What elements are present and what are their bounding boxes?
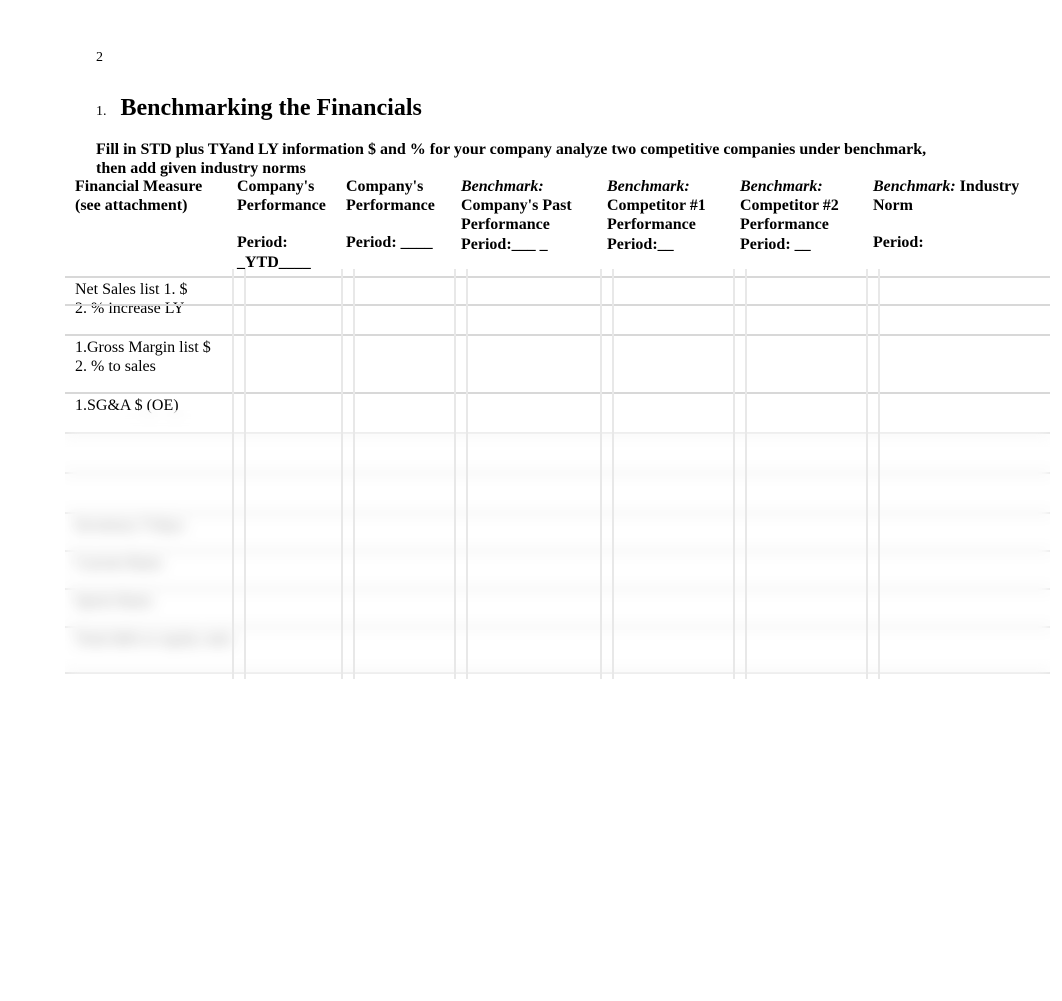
bench2-label: Benchmark: <box>607 178 690 195</box>
table-row <box>65 472 1050 512</box>
col-header-benchmark-comp1: Benchmark: Competitor #1 Performance Per… <box>607 177 740 272</box>
table-row: 1.SG&A $ (OE) <box>65 392 1050 432</box>
row-line1: Current Ratio <box>75 554 1050 573</box>
heading-number: 1. <box>96 104 107 120</box>
col-header-performance-2: Company's Performance Period: ____ <box>346 177 461 272</box>
bench1-period: Period:___ _ <box>461 236 548 253</box>
table-header-row: Financial Measure (see attachment) Compa… <box>65 177 1050 276</box>
bench1-label: Benchmark: <box>461 178 544 195</box>
row-line1: 1.Gross Margin list $ <box>75 338 1050 357</box>
col-header-benchmark-industry: Benchmark: Industry Norm Period: <box>873 177 1045 272</box>
row-line1: 1.SG&A $ (OE) <box>75 396 1050 415</box>
bench3-label: Benchmark: <box>740 178 823 195</box>
heading-text: Benchmarking the Financials <box>121 95 422 122</box>
instructions-line2: then add given industry norms <box>96 160 306 177</box>
table-row: Total debt to equity ratio <box>65 626 1050 674</box>
bench3-period: Period: __ <box>740 236 811 253</box>
row-line1: Inventory T/days <box>75 516 1050 535</box>
table-row: 1.Gross Margin list $ 2. % to sales <box>65 334 1050 392</box>
perf1-period: Period: _YTD____ <box>237 233 346 271</box>
row-line2: 2. % increase LY <box>75 299 1050 318</box>
row-line2: 2. % to sales <box>75 357 1050 376</box>
row-line1: Quick Ratio <box>75 592 1050 611</box>
bench4-label: Benchmark: <box>873 178 956 195</box>
col-header-performance-1: Company's Performance Period: _YTD____ <box>237 177 346 272</box>
perf2-title: Company's Performance <box>346 177 461 215</box>
table-row: Inventory T/days <box>65 512 1050 550</box>
col-header-benchmark-comp2: Benchmark: Competitor #2 Performance Per… <box>740 177 873 272</box>
blurred-region: Inventory T/days Current Ratio Quick Rat… <box>65 432 1050 674</box>
col-header-benchmark-past: Benchmark: Company's Past Performance Pe… <box>461 177 607 272</box>
table-row: Current Ratio <box>65 550 1050 588</box>
financial-table: Financial Measure (see attachment) Compa… <box>65 177 1050 674</box>
measure-subtitle: (see attachment) <box>75 196 237 215</box>
bench2-period: Period:__ <box>607 236 674 253</box>
table-row <box>65 432 1050 472</box>
instructions: Fill in STD plus TYand LY information $ … <box>96 140 926 178</box>
row-line1: Total debt to equity ratio <box>75 630 1050 649</box>
table-body: Net Sales list 1. $ 2. % increase LY 1.G… <box>65 276 1050 674</box>
page-number: 2 <box>96 50 103 66</box>
bench3-text: Competitor #2 Performance <box>740 197 839 233</box>
perf1-title: Company's Performance <box>237 177 346 215</box>
section-heading: 1. Benchmarking the Financials <box>96 95 422 122</box>
row-line1: Net Sales list 1. $ <box>75 280 1050 299</box>
table-row: Quick Ratio <box>65 588 1050 626</box>
measure-title: Financial Measure <box>75 177 237 196</box>
bench4-period: Period: <box>873 234 924 251</box>
col-header-measure: Financial Measure (see attachment) <box>65 177 237 272</box>
instructions-line1: Fill in STD plus TYand LY information $ … <box>96 141 926 158</box>
perf2-period: Period: ____ <box>346 233 461 252</box>
bench1-text: Company's Past Performance <box>461 197 572 233</box>
bench2-text: Competitor #1 Performance <box>607 197 706 233</box>
table-row: Net Sales list 1. $ 2. % increase LY <box>65 276 1050 334</box>
